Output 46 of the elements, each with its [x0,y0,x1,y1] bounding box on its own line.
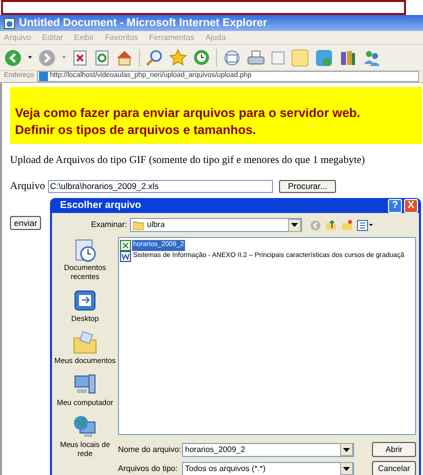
research-books-icon[interactable] [339,48,357,66]
submit-button[interactable]: enviar [10,216,42,230]
look-in-label: Examinar: [90,219,128,231]
open-button[interactable]: Abrir [372,442,416,457]
banner-text: Definir os tipos de arquivos e tamanhos. [15,122,258,139]
folder-icon [72,330,98,356]
home-icon[interactable] [116,50,133,66]
file-name-field[interactable]: horarios_2009_2 [182,442,354,456]
star-icon[interactable] [169,49,187,66]
caret-icon [343,466,350,470]
new-folder-icon[interactable] [341,219,353,231]
people-icon[interactable] [363,48,381,66]
close-button[interactable]: X [404,198,418,212]
browse-button[interactable]: Procurar... [279,180,336,194]
help-button[interactable]: ? [388,198,402,212]
caret-icon [343,448,350,452]
dropdown-arrow-button[interactable] [340,462,353,475]
dialog-title: Escolher arquivo [60,199,142,213]
file-name-label: Nome do arquivo: [118,444,182,456]
dropdown-arrow-button[interactable] [340,443,353,456]
page-icon [38,72,48,81]
search-icon[interactable] [146,49,163,66]
cancel-button[interactable]: Cancelar [372,461,416,475]
network-globe-icon [72,414,98,440]
file-label: Arquivo [10,180,45,194]
stop-icon[interactable] [72,50,88,66]
file-type-dropdown[interactable]: Todos os arquivos (*.*) [182,462,354,475]
view-menu-icon[interactable] [357,220,373,230]
folder-icon [133,220,144,230]
caret-icon [291,223,298,227]
refresh-icon[interactable] [94,50,110,66]
document-icon[interactable] [271,50,285,64]
dropdown-arrow-icon[interactable] [28,56,32,59]
history-clock-icon[interactable] [193,49,210,66]
upload-description: Upload de Arquivos do tipo GIF (somente do tipo gif e menores do que 1 megabyte) [10,154,366,168]
look-in-dropdown[interactable]: ulbra [130,218,302,232]
document-file-icon [120,251,131,262]
dropdown-arrow-button[interactable] [288,218,301,232]
up-folder-icon[interactable] [325,219,337,231]
file-type-label: Arquivos do tipo: [118,462,179,474]
file-path-field[interactable]: C:\ulbra\horarios_2009_2.xls [48,180,273,194]
browser-page-icon [4,18,15,28]
spreadsheet-file-icon [120,240,131,251]
banner-text: Veja como fazer para enviar arquivos para o servidor web. [15,105,362,122]
window-title: Untitled Document - Microsoft Internet Explorer [19,16,268,31]
printer-icon[interactable] [247,50,265,66]
